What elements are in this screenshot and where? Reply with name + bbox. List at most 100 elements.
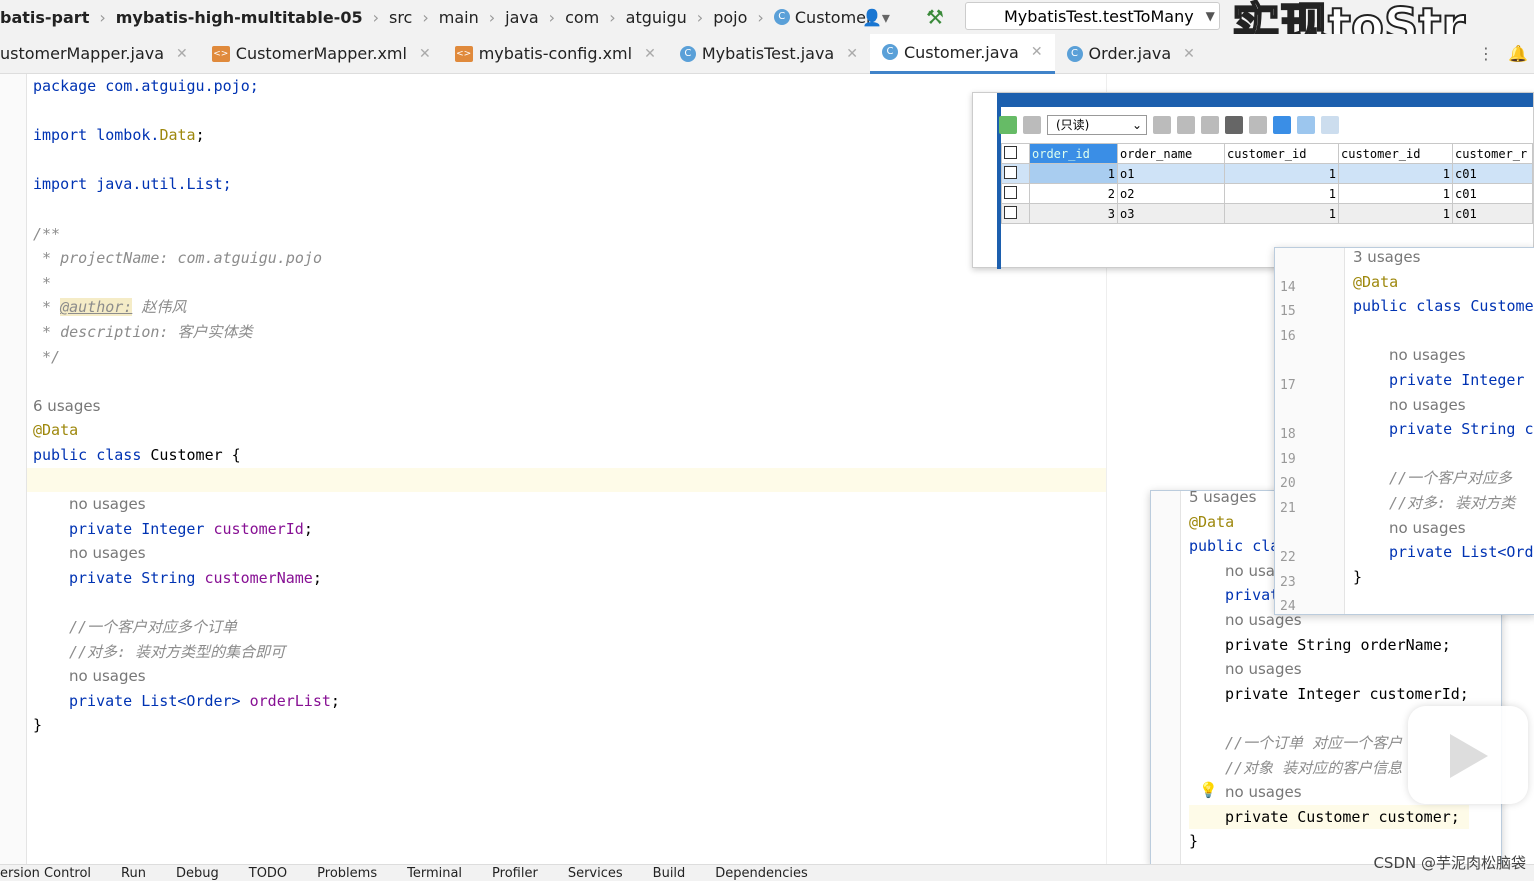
- query-result-window: (只读) ⌄ order_id order_name customer_id cu…: [972, 92, 1534, 269]
- close-icon[interactable]: ✕: [1183, 46, 1195, 62]
- user-icon[interactable]: 👤▾: [862, 8, 890, 27]
- doc-comment: * projectName: com.atguigu.pojo: [33, 249, 322, 268]
- tool-todo[interactable]: TODO: [249, 866, 287, 881]
- doc-comment: * description: 客户实体类: [33, 322, 253, 341]
- annotation: @Data: [33, 421, 79, 440]
- usages-hint[interactable]: 6 usages: [33, 394, 340, 419]
- column-header[interactable]: customer_id: [1338, 143, 1453, 164]
- close-icon[interactable]: ✕: [1031, 44, 1043, 60]
- breadcrumb-main[interactable]: main: [439, 8, 479, 27]
- tab-customer-mapper-java[interactable]: ustomerMapper.java ✕: [0, 34, 200, 74]
- usages-hint: no usages: [1389, 346, 1466, 365]
- notifications-icon[interactable]: 🔔: [1508, 44, 1528, 63]
- breadcrumb-customer[interactable]: Customer: [795, 8, 873, 27]
- select-all-checkbox[interactable]: [1004, 145, 1017, 159]
- row-checkbox[interactable]: [1004, 165, 1017, 179]
- tool-run[interactable]: Run: [121, 866, 146, 881]
- tab-mybatis-config-xml[interactable]: <> mybatis-config.xml ✕: [443, 34, 668, 74]
- tab-mybatis-test-java[interactable]: C MybatisTest.java ✕: [668, 34, 870, 74]
- tab-customer-java[interactable]: C Customer.java ✕: [869, 33, 1055, 74]
- field-customer-id: private Integer customerId;: [69, 519, 313, 538]
- run-configuration-select[interactable]: MybatisTest.testToMany ▼: [965, 2, 1220, 30]
- field-customer: private Customer customer;: [1189, 804, 1469, 830]
- usages-hint[interactable]: no usages: [33, 541, 340, 566]
- copy-icon[interactable]: [1177, 116, 1195, 134]
- breadcrumb-project[interactable]: batis-part: [0, 8, 89, 27]
- table-row[interactable]: 3 o3 1 1 c01: [1001, 203, 1533, 224]
- result-tabs[interactable]: [999, 93, 1533, 107]
- add-row-icon[interactable]: [999, 116, 1017, 134]
- tab-order-java[interactable]: C Order.java ✕: [1055, 34, 1207, 74]
- closing-brace: }: [1189, 832, 1199, 851]
- editor-tabs: ustomerMapper.java ✕ <> CustomerMapper.xml…: [0, 33, 1534, 74]
- tool-problems[interactable]: Problems: [317, 866, 377, 881]
- tab-label: ustomerMapper.java: [0, 44, 165, 63]
- tool-services[interactable]: Services: [568, 866, 623, 881]
- close-icon[interactable]: ✕: [644, 46, 656, 62]
- usages-hint: 3 usages: [1353, 248, 1421, 266]
- readonly-select[interactable]: (只读) ⌄: [1047, 115, 1147, 135]
- build-hammer-icon[interactable]: ⚒: [926, 5, 944, 29]
- editor-gutter: [0, 74, 27, 864]
- column-header[interactable]: customer_id: [1224, 143, 1339, 164]
- close-icon[interactable]: ✕: [176, 46, 188, 62]
- breadcrumb-pojo[interactable]: pojo: [713, 8, 747, 27]
- doc-author: * @author: 赵伟风: [33, 298, 187, 317]
- closing-brace: }: [33, 716, 43, 735]
- tab-label: Order.java: [1088, 44, 1172, 63]
- field-order-list: private List<Order> orderList;: [69, 691, 340, 710]
- column-header[interactable]: order_name: [1117, 143, 1225, 164]
- form-view-icon[interactable]: [1297, 116, 1315, 134]
- filter-icon[interactable]: [1153, 116, 1171, 134]
- run-config-label: MybatisTest.testToMany: [1004, 6, 1194, 26]
- video-play-button[interactable]: [1408, 706, 1528, 804]
- tool-dependencies[interactable]: Dependencies: [715, 866, 808, 881]
- tool-build[interactable]: Build: [653, 866, 686, 881]
- column-header[interactable]: customer_r: [1452, 143, 1533, 164]
- tool-profiler[interactable]: Profiler: [492, 866, 538, 881]
- row-checkbox[interactable]: [1004, 205, 1017, 219]
- tool-window-bar: ersion Control Run Debug TODO Problems T…: [0, 864, 1534, 881]
- breadcrumb-src[interactable]: src: [389, 8, 412, 27]
- column-header[interactable]: order_id: [1029, 143, 1118, 164]
- code-line: private Integer: [1389, 370, 1525, 389]
- field-customer-id: private Integer customerId;: [1225, 684, 1469, 703]
- tool-terminal[interactable]: Terminal: [407, 866, 462, 881]
- tool-version-control[interactable]: ersion Control: [0, 866, 91, 881]
- close-icon[interactable]: ✕: [846, 46, 858, 62]
- class-icon: C: [881, 44, 898, 60]
- text-view-icon[interactable]: [1321, 116, 1339, 134]
- save-icon[interactable]: [1201, 116, 1219, 134]
- code-editor[interactable]: package com.atguigu.pojo; import lombok.…: [33, 74, 340, 738]
- table-row[interactable]: 2 o2 1 1 c01: [1001, 183, 1533, 204]
- import-lombok: import lombok.Data;: [33, 126, 205, 145]
- row-checkbox[interactable]: [1004, 185, 1017, 199]
- breadcrumb-atguigu[interactable]: atguigu: [626, 8, 687, 27]
- doc-comment: /**: [33, 224, 61, 243]
- closing-brace: }: [1353, 567, 1363, 586]
- result-toolbar: (只读) ⌄: [999, 111, 1339, 139]
- usages-hint[interactable]: no usages: [33, 492, 340, 517]
- package-line: package com.atguigu.pojo;: [33, 77, 259, 95]
- doc-comment: *: [33, 273, 52, 292]
- table-row[interactable]: 1 o1 1 1 c01: [1001, 163, 1533, 184]
- close-icon[interactable]: ✕: [419, 46, 431, 62]
- usages-hint: no usages: [1389, 518, 1466, 537]
- lightbulb-icon[interactable]: 💡: [1199, 781, 1218, 799]
- usages-hint[interactable]: no usages: [33, 664, 340, 689]
- class-icon: C: [1066, 45, 1083, 62]
- breadcrumb-com[interactable]: com: [565, 8, 599, 27]
- tool-debug[interactable]: Debug: [176, 866, 219, 881]
- breadcrumb-java[interactable]: java: [505, 8, 539, 27]
- navigation-bar: batis-part › mybatis-high-multitable-05 › …: [0, 0, 1534, 55]
- code-line: private String c: [1389, 420, 1534, 439]
- watermark: CSDN @芋泥肉松脑袋: [1373, 854, 1526, 872]
- clear-icon[interactable]: [1249, 116, 1267, 134]
- grid-view-icon[interactable]: [1273, 116, 1291, 134]
- tab-customer-mapper-xml[interactable]: <> CustomerMapper.xml ✕: [200, 34, 443, 74]
- export-icon[interactable]: [1023, 116, 1041, 134]
- more-tabs-icon[interactable]: ⋮: [1478, 44, 1494, 63]
- class-icon: C: [773, 9, 790, 25]
- breadcrumb-module[interactable]: mybatis-high-multitable-05: [116, 8, 363, 27]
- delete-icon[interactable]: [1225, 116, 1243, 134]
